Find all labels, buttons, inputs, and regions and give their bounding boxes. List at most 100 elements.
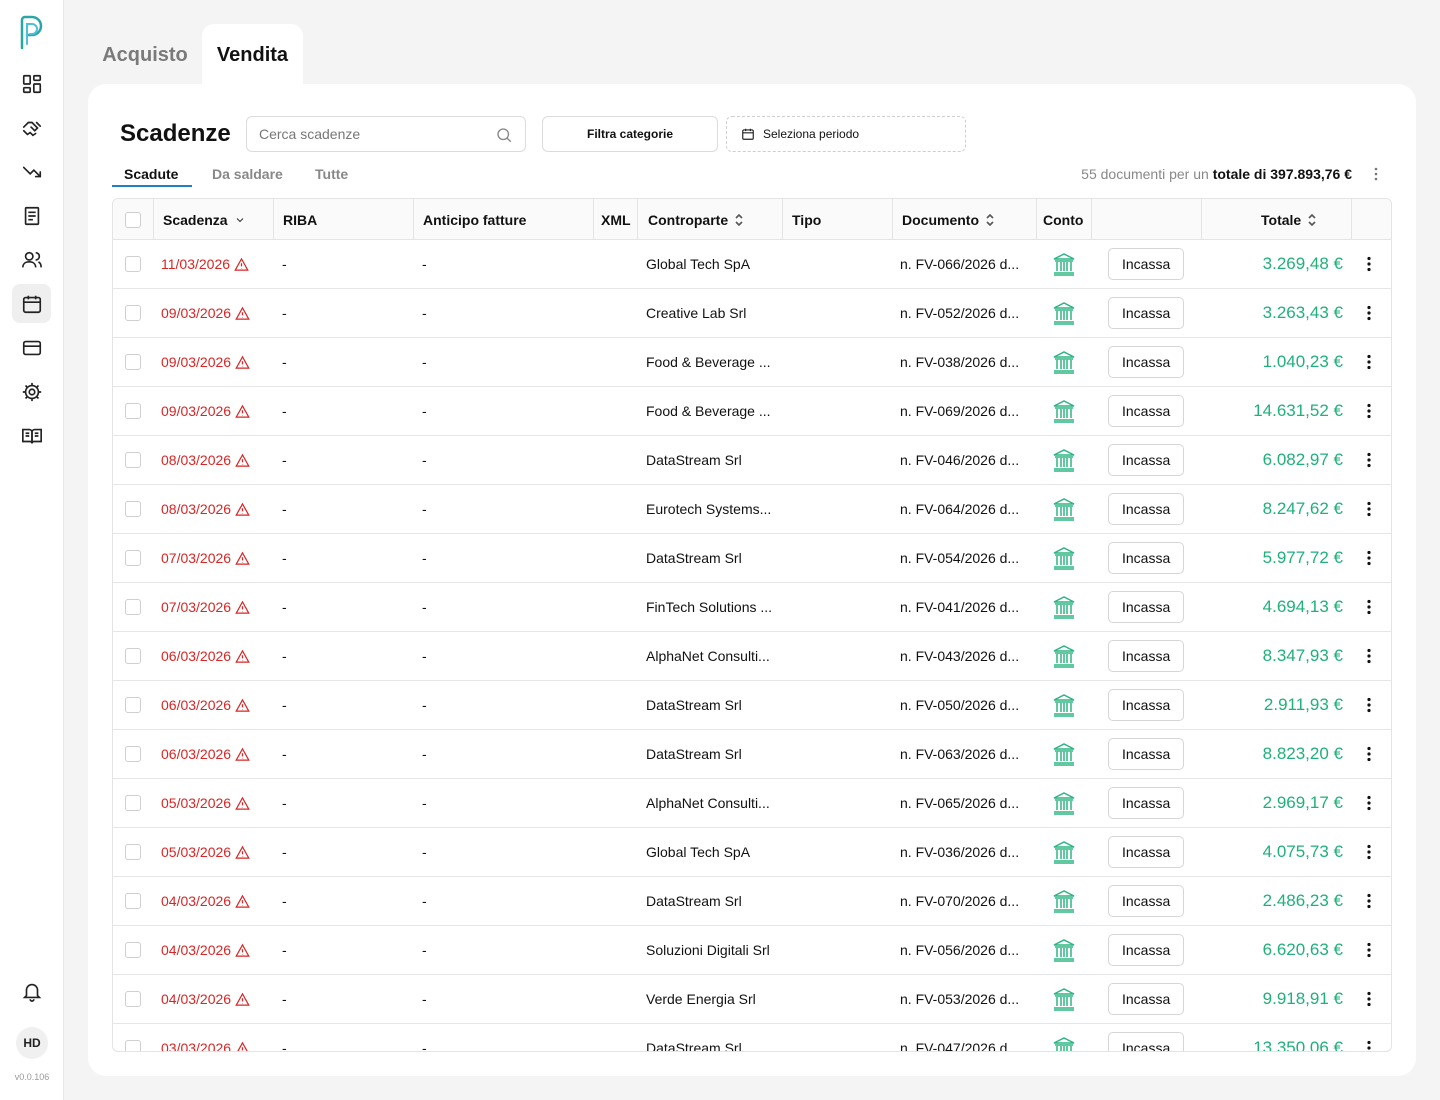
row-checkbox[interactable]	[125, 877, 141, 925]
table-row[interactable]: 06/03/2026 - - DataStream Srl n. FV-050/…	[113, 681, 1391, 730]
counterparty-cell[interactable]: DataStream Srl	[646, 730, 742, 778]
table-row[interactable]: 06/03/2026 - - AlphaNet Consulti... n. F…	[113, 632, 1391, 681]
document-cell[interactable]: n. FV-069/2026 d...	[900, 387, 1019, 435]
document-cell[interactable]: n. FV-043/2026 d...	[900, 632, 1019, 680]
document-cell[interactable]: n. FV-052/2026 d...	[900, 289, 1019, 337]
row-menu-icon[interactable]	[1367, 387, 1371, 435]
counterparty-cell[interactable]: DataStream Srl	[646, 681, 742, 729]
row-menu-icon[interactable]	[1367, 926, 1371, 974]
avatar[interactable]: HD	[16, 1027, 48, 1059]
incassa-button[interactable]: Incassa	[1108, 983, 1185, 1015]
notifications-button[interactable]	[12, 971, 51, 1010]
sidebar-item-trends[interactable]	[12, 152, 51, 191]
filter-categories-button[interactable]: Filtra categorie	[542, 116, 718, 152]
bank-icon[interactable]	[1053, 632, 1075, 680]
table-row[interactable]: 09/03/2026 - - Food & Beverage ... n. FV…	[113, 338, 1391, 387]
incassa-button[interactable]: Incassa	[1108, 493, 1185, 525]
document-cell[interactable]: n. FV-038/2026 d...	[900, 338, 1019, 386]
row-checkbox[interactable]	[125, 828, 141, 876]
incassa-button[interactable]: Incassa	[1108, 297, 1185, 329]
counterparty-cell[interactable]: DataStream Srl	[646, 1024, 742, 1051]
incassa-button[interactable]: Incassa	[1108, 934, 1185, 966]
bank-icon[interactable]	[1053, 828, 1075, 876]
counterparty-cell[interactable]: AlphaNet Consulti...	[646, 632, 770, 680]
counterparty-cell[interactable]: Global Tech SpA	[646, 240, 750, 288]
row-menu-icon[interactable]	[1367, 240, 1371, 288]
sidebar-item-guide[interactable]	[12, 416, 51, 455]
counterparty-cell[interactable]: Global Tech SpA	[646, 828, 750, 876]
document-cell[interactable]: n. FV-054/2026 d...	[900, 534, 1019, 582]
incassa-button[interactable]: Incassa	[1108, 738, 1185, 770]
table-row[interactable]: 05/03/2026 - - AlphaNet Consulti... n. F…	[113, 779, 1391, 828]
incassa-button[interactable]: Incassa	[1108, 1032, 1185, 1051]
document-cell[interactable]: n. FV-041/2026 d...	[900, 583, 1019, 631]
counterparty-cell[interactable]: Verde Energia Srl	[646, 975, 756, 1023]
counterparty-cell[interactable]: DataStream Srl	[646, 436, 742, 484]
row-checkbox[interactable]	[125, 338, 141, 386]
counterparty-cell[interactable]: DataStream Srl	[646, 534, 742, 582]
document-cell[interactable]: n. FV-047/2026 d...	[900, 1024, 1019, 1051]
row-menu-icon[interactable]	[1367, 338, 1371, 386]
counterparty-cell[interactable]: Food & Beverage ...	[646, 387, 771, 435]
search-input[interactable]	[259, 126, 489, 142]
tab-acquisto[interactable]: Acquisto	[90, 24, 200, 86]
table-row[interactable]: 06/03/2026 - - DataStream Srl n. FV-063/…	[113, 730, 1391, 779]
more-options-icon[interactable]	[1374, 166, 1378, 182]
document-cell[interactable]: n. FV-064/2026 d...	[900, 485, 1019, 533]
tab-da-saldare[interactable]: Da saldare	[212, 166, 283, 182]
bank-icon[interactable]	[1053, 485, 1075, 533]
document-cell[interactable]: n. FV-053/2026 d...	[900, 975, 1019, 1023]
document-cell[interactable]: n. FV-046/2026 d...	[900, 436, 1019, 484]
row-checkbox[interactable]	[125, 681, 141, 729]
incassa-button[interactable]: Incassa	[1108, 346, 1185, 378]
table-row[interactable]: 08/03/2026 - - Eurotech Systems... n. FV…	[113, 485, 1391, 534]
row-checkbox[interactable]	[125, 583, 141, 631]
row-menu-icon[interactable]	[1367, 485, 1371, 533]
row-menu-icon[interactable]	[1367, 975, 1371, 1023]
column-totale[interactable]: Totale	[1261, 199, 1317, 240]
bank-icon[interactable]	[1053, 730, 1075, 778]
row-checkbox[interactable]	[125, 730, 141, 778]
document-cell[interactable]: n. FV-063/2026 d...	[900, 730, 1019, 778]
counterparty-cell[interactable]: Eurotech Systems...	[646, 485, 771, 533]
document-cell[interactable]: n. FV-056/2026 d...	[900, 926, 1019, 974]
sidebar-item-deals[interactable]	[12, 108, 51, 147]
document-cell[interactable]: n. FV-036/2026 d...	[900, 828, 1019, 876]
table-row[interactable]: 11/03/2026 - - Global Tech SpA n. FV-066…	[113, 240, 1391, 289]
sidebar-item-dashboard[interactable]	[12, 64, 51, 103]
bank-icon[interactable]	[1053, 534, 1075, 582]
table-row[interactable]: 03/03/2026 - - DataStream Srl n. FV-047/…	[113, 1024, 1391, 1051]
counterparty-cell[interactable]: AlphaNet Consulti...	[646, 779, 770, 827]
row-checkbox[interactable]	[125, 240, 141, 288]
bank-icon[interactable]	[1053, 240, 1075, 288]
incassa-button[interactable]: Incassa	[1108, 395, 1185, 427]
row-menu-icon[interactable]	[1367, 436, 1371, 484]
row-menu-icon[interactable]	[1367, 681, 1371, 729]
sidebar-item-documents[interactable]	[12, 196, 51, 235]
row-checkbox[interactable]	[125, 534, 141, 582]
row-menu-icon[interactable]	[1367, 877, 1371, 925]
document-cell[interactable]: n. FV-066/2026 d...	[900, 240, 1019, 288]
table-row[interactable]: 05/03/2026 - - Global Tech SpA n. FV-036…	[113, 828, 1391, 877]
bank-icon[interactable]	[1053, 975, 1075, 1023]
bank-icon[interactable]	[1053, 289, 1075, 337]
row-menu-icon[interactable]	[1367, 289, 1371, 337]
row-menu-icon[interactable]	[1367, 828, 1371, 876]
app-logo[interactable]	[17, 14, 45, 50]
incassa-button[interactable]: Incassa	[1108, 787, 1185, 819]
row-menu-icon[interactable]	[1367, 632, 1371, 680]
table-row[interactable]: 04/03/2026 - - DataStream Srl n. FV-070/…	[113, 877, 1391, 926]
column-documento[interactable]: Documento	[902, 199, 995, 240]
row-checkbox[interactable]	[125, 387, 141, 435]
select-all-checkbox[interactable]	[125, 199, 141, 240]
incassa-button[interactable]: Incassa	[1108, 836, 1185, 868]
sidebar-item-payments[interactable]	[12, 328, 51, 367]
incassa-button[interactable]: Incassa	[1108, 640, 1185, 672]
bank-icon[interactable]	[1053, 436, 1075, 484]
tab-scadute[interactable]: Scadute	[124, 166, 178, 182]
document-cell[interactable]: n. FV-065/2026 d...	[900, 779, 1019, 827]
row-checkbox[interactable]	[125, 632, 141, 680]
tab-vendita[interactable]: Vendita	[202, 24, 303, 86]
select-period-button[interactable]: Seleziona periodo	[726, 116, 966, 152]
column-scadenza[interactable]: Scadenza	[163, 199, 246, 240]
